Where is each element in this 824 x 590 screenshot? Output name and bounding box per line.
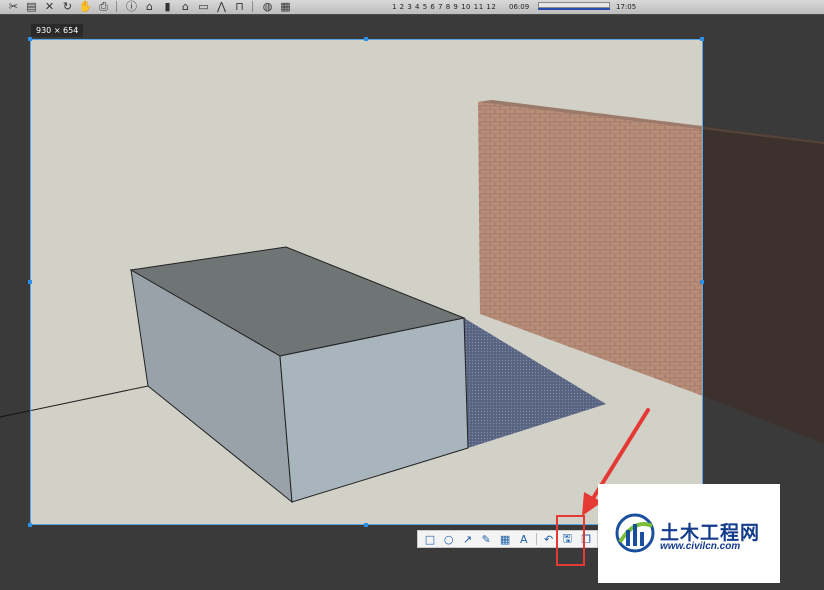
red-highlight-box (556, 515, 585, 566)
pen-tool-icon[interactable]: ✎ (478, 531, 494, 547)
shadow-time-slider[interactable] (538, 8, 610, 10)
top-toolbar: ✂ ▤ ✕ ↻ ✋ ⎙ ⓘ ⌂ ▮ ⌂ ▭ ⋀ ⊓ ◍ ▦ 1 2 3 4 5 6 7 8 9 10 11 … (0, 0, 824, 15)
toolbar-separator (116, 1, 117, 12)
orbit-icon[interactable]: ↻ (60, 0, 75, 13)
rectangle-tool-icon[interactable]: □ (422, 531, 438, 547)
roof-icon[interactable]: ⋀ (214, 0, 229, 13)
undo-icon[interactable]: ↶ (541, 531, 557, 547)
mosaic-tool-icon[interactable]: ▦ (497, 531, 513, 547)
ellipse-tool-icon[interactable]: ○ (441, 531, 457, 547)
info-icon[interactable]: ⓘ (124, 0, 139, 13)
walk-icon[interactable]: ✋ (78, 0, 93, 13)
resize-handle-top-left[interactable] (28, 37, 32, 41)
resize-handle-bottom-left[interactable] (28, 523, 32, 527)
shadow-time-start: 06:09 (509, 3, 530, 11)
globe-icon[interactable]: ◍ (260, 0, 275, 13)
capture-size-label: 930 × 654 (31, 24, 84, 37)
resize-handle-right[interactable] (700, 280, 704, 284)
erase-icon[interactable]: ✕ (42, 0, 57, 13)
civilcn-logo-icon (615, 513, 655, 553)
house-icon[interactable]: ⌂ (142, 0, 157, 13)
arrow-tool-icon[interactable]: ↗ (460, 531, 476, 547)
shadow-settings-bar[interactable]: 1 2 3 4 5 6 7 8 9 10 11 12 06:09 17:05 (392, 0, 637, 13)
home-icon[interactable]: ⌂ (178, 0, 193, 13)
watermark: 土木工程网 www.civilcn.com (598, 484, 780, 583)
window-icon[interactable]: ▭ (196, 0, 211, 13)
map-icon[interactable]: ▦ (278, 0, 293, 13)
resize-handle-top-right[interactable] (700, 37, 704, 41)
capture-toolbar-separator (535, 533, 537, 545)
resize-handle-left[interactable] (28, 280, 32, 284)
shadow-time-end: 17:05 (616, 3, 637, 11)
shadow-month-scale: 1 2 3 4 5 6 7 8 9 10 11 12 (392, 3, 497, 11)
paint-icon[interactable]: ▤ (24, 0, 39, 13)
text-tool-icon[interactable]: A (516, 531, 532, 547)
toolbar-separator (252, 1, 253, 12)
door-icon[interactable]: ▮ (160, 0, 175, 13)
chair-icon[interactable]: ⊓ (232, 0, 247, 13)
resize-handle-top[interactable] (364, 37, 368, 41)
scissors-icon[interactable]: ✂ (6, 0, 21, 13)
resize-handle-bottom[interactable] (364, 523, 368, 527)
watermark-url: www.civilcn.com (660, 541, 741, 552)
print-icon[interactable]: ⎙ (96, 0, 111, 13)
